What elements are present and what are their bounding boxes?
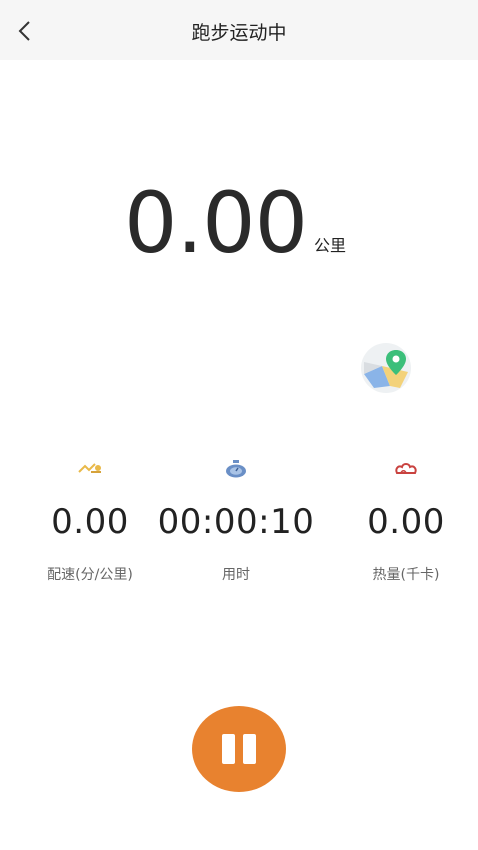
time-label: 用时 xyxy=(222,567,250,583)
pace-icon xyxy=(78,463,101,473)
pause-icon-bar xyxy=(243,734,256,764)
time-icon-wrap xyxy=(156,456,316,482)
pause-button[interactable] xyxy=(192,706,286,792)
distance-display: 0.00 公里 xyxy=(0,168,478,278)
pace-value: 0.00 xyxy=(51,502,129,542)
calories-value: 0.00 xyxy=(367,502,445,542)
map-pin-icon xyxy=(361,343,411,393)
distance-unit: 公里 xyxy=(314,236,347,255)
pace-label: 配速(分/公里) xyxy=(47,567,133,583)
pace-icon-wrap xyxy=(10,456,170,482)
pace-stat: 0.00 配速(分/公里) xyxy=(10,456,170,584)
calories-stat: 0.00 热量(千卡) xyxy=(326,456,478,584)
time-value: 00:00:10 xyxy=(157,502,315,542)
top-bar: 跑步运动中 xyxy=(0,0,478,60)
calories-icon xyxy=(395,463,417,474)
distance-value: 0.00 xyxy=(124,174,308,272)
calories-label: 热量(千卡) xyxy=(372,567,440,583)
stopwatch-icon xyxy=(226,460,246,478)
page-title: 跑步运动中 xyxy=(191,22,287,44)
time-stat: 00:00:10 用时 xyxy=(156,456,316,584)
calories-icon-wrap xyxy=(326,456,478,482)
pause-icon xyxy=(222,734,235,764)
map-button[interactable] xyxy=(360,342,412,394)
